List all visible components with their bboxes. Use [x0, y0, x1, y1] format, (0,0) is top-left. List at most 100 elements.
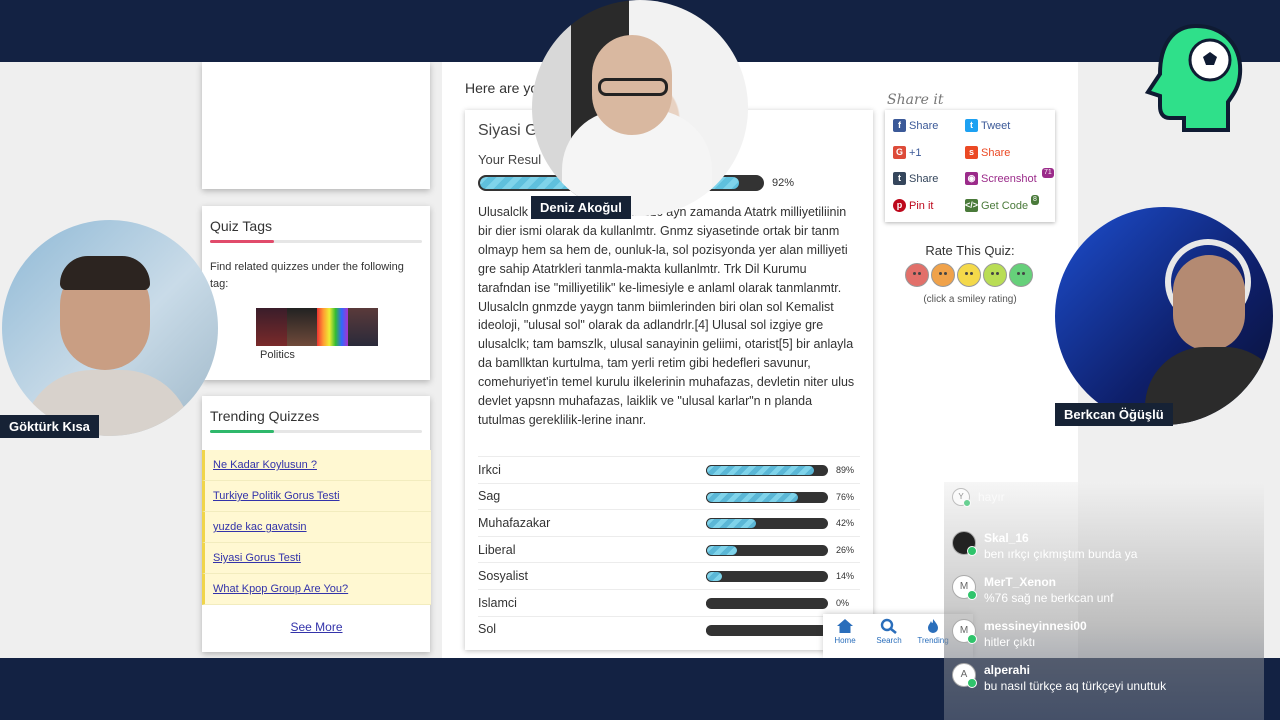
- person-head: [1173, 255, 1245, 351]
- chat-message: Skal_16ben ırkçı çıkmıştım bunda ya: [952, 531, 1137, 561]
- camera-icon: ◉: [965, 172, 978, 185]
- score-row: Irkci 89%: [478, 456, 860, 483]
- trending-quizzes-card: Trending Quizzes Ne Kadar Koylusun ? Tur…: [202, 396, 431, 652]
- live-chat: Y hayır Skal_16ben ırkçı çıkmıştım bunda…: [944, 482, 1264, 720]
- rate-title: Rate This Quiz:: [925, 243, 1015, 258]
- score-bar: [706, 465, 828, 476]
- trending-list: Ne Kadar Koylusun ? Turkiye Politik Goru…: [202, 450, 431, 605]
- chat-message: M MerT_Xenon %76 sağ ne berkcan unf: [952, 575, 1113, 605]
- chat-text: bu nasıl türkçe aq türkçeyi unuttuk: [984, 679, 1167, 693]
- quiz-tags-underline: [210, 240, 422, 243]
- quiz-tags-description: Find related quizzes under the following…: [210, 261, 404, 290]
- nav-search[interactable]: Search: [867, 614, 911, 658]
- chat-text: hitler çıktı: [984, 635, 1036, 649]
- user-avatar: M: [952, 575, 977, 600]
- score-label: Irkci: [478, 462, 501, 477]
- search-icon: [880, 618, 897, 634]
- blank-card: [202, 62, 430, 189]
- chat-text: hayır: [978, 490, 1005, 504]
- pinterest-icon: p: [893, 199, 906, 212]
- score-percent: 14%: [836, 571, 855, 582]
- nav-home[interactable]: Home: [823, 614, 867, 658]
- chat-username: Skal_16: [984, 531, 1029, 545]
- score-label: Sol: [478, 622, 497, 637]
- score-bar-fill: [706, 624, 708, 636]
- trending-link[interactable]: What Kpop Group Are You?: [213, 583, 348, 595]
- score-percent: 42%: [836, 518, 855, 529]
- score-bar: [706, 544, 828, 556]
- trending-item[interactable]: yuzde kac gavatsin: [202, 512, 431, 543]
- score-rows: Irkci 89% Sag 76% Muhafazakar 42% Liberal 26% So…: [478, 456, 860, 642]
- chat-text: %76 sağ ne berkcan unf: [984, 591, 1114, 605]
- smiley-2-icon[interactable]: [931, 263, 955, 287]
- score-percent: 76%: [836, 491, 855, 502]
- streamer-name-top: Deniz Akoğul: [531, 196, 631, 219]
- trending-link[interactable]: Ne Kadar Koylusun ?: [213, 459, 317, 471]
- twitter-icon: t: [965, 119, 978, 132]
- result-description: Ulusalclk ideolojidir. Ulusalclk szc ayn…: [478, 205, 855, 427]
- chat-message: A alperahi bu nasıl türkçe aq türkçeyi un…: [952, 663, 1166, 693]
- score-percent: 0%: [836, 597, 850, 608]
- pin-it-button[interactable]: p Pin it: [893, 199, 933, 212]
- tweet-button[interactable]: t Tweet: [965, 119, 1010, 132]
- score-row: Muhafazakar 42%: [478, 509, 860, 536]
- trending-link[interactable]: yuzde kac gavatsin: [213, 521, 307, 533]
- quiz-tags-card: Quiz Tags Find related quizzes under the…: [202, 206, 430, 380]
- score-row: Sag 76%: [478, 482, 860, 510]
- webcam-top: [532, 0, 748, 216]
- tumblr-icon: t: [893, 172, 906, 185]
- google-plus-button[interactable]: G +1: [893, 146, 922, 159]
- rate-hint: (click a smiley rating): [923, 294, 1017, 305]
- politics-tag-image[interactable]: [256, 308, 378, 346]
- screenshot-button[interactable]: ◉ Screenshot: [965, 172, 1037, 185]
- person-hair: [60, 256, 150, 290]
- share-title: Share it: [887, 92, 944, 108]
- score-label: Islamci: [478, 595, 517, 610]
- score-bar-fill: [706, 465, 815, 476]
- see-more-link[interactable]: See More: [202, 620, 431, 634]
- score-bar-fill: [706, 571, 724, 583]
- chat-username: alperahi: [984, 663, 1031, 677]
- politics-tag-label[interactable]: Politics: [260, 349, 295, 361]
- score-bar: [706, 518, 828, 530]
- trending-item[interactable]: Siyasi Gorus Testi: [202, 543, 431, 574]
- smiley-1-icon[interactable]: [905, 263, 929, 287]
- code-icon: </>: [965, 199, 979, 212]
- stumble-share-button[interactable]: s Share: [965, 146, 1010, 159]
- streamer-name-left: Göktürk Kısa: [0, 415, 99, 438]
- trending-link[interactable]: Turkiye Politik Gorus Testi: [213, 490, 340, 502]
- trending-item[interactable]: What Kpop Group Are You?: [202, 574, 431, 605]
- smiley-4-icon[interactable]: [983, 263, 1007, 287]
- trending-underline: [210, 430, 422, 433]
- score-bar: [706, 597, 828, 609]
- your-result-label: Your Resul: [478, 152, 542, 167]
- streamer-name-right: Berkcan Öğüşlü: [1055, 403, 1173, 426]
- intro-text: Here are yo: [465, 80, 539, 96]
- trending-item[interactable]: Turkiye Politik Gorus Testi: [202, 481, 431, 512]
- channel-logo-icon: [1144, 23, 1243, 132]
- smiley-5-icon[interactable]: [1009, 263, 1033, 287]
- score-row: Liberal 26%: [478, 535, 860, 563]
- trending-item[interactable]: Ne Kadar Koylusun ?: [202, 450, 431, 481]
- user-avatar: M: [952, 619, 977, 644]
- tumblr-share-button[interactable]: t Share: [893, 172, 938, 185]
- smiley-rating: [905, 263, 1033, 287]
- share-box: f Share t Tweet G +1 s Share t Share ◉ Screens…: [885, 110, 1055, 222]
- stumbleupon-icon: s: [965, 146, 978, 159]
- user-avatar: Y: [952, 488, 971, 507]
- trending-link[interactable]: Siyasi Gorus Testi: [213, 552, 301, 564]
- score-bar-fill: [706, 597, 708, 609]
- get-code-button[interactable]: </> Get Code: [965, 199, 1028, 212]
- main-result-percent: 92%: [772, 177, 795, 189]
- smiley-3-icon[interactable]: [957, 263, 981, 287]
- score-bar: [706, 571, 828, 583]
- google-plus-icon: G: [893, 146, 906, 159]
- score-bar-fill: [706, 491, 799, 503]
- score-label: Liberal: [478, 542, 516, 557]
- facebook-share-button[interactable]: f Share: [893, 119, 938, 132]
- user-avatar: A: [952, 663, 977, 688]
- score-bar-fill: [706, 518, 758, 530]
- score-row: Islamci 0%: [478, 588, 860, 616]
- chat-text: ben ırkçı çıkmıştım bunda ya: [984, 547, 1138, 561]
- score-percent: 26%: [836, 544, 855, 555]
